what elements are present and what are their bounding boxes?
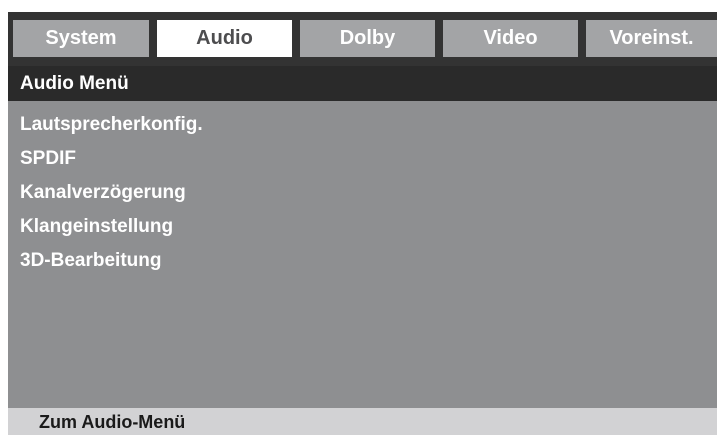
tab-bar: System Audio Dolby Video Voreinst. (8, 12, 717, 66)
tab-voreinst[interactable]: Voreinst. (586, 20, 717, 57)
status-hint: Zum Audio-Menü (39, 412, 186, 432)
menu-item-klangeinstellung[interactable]: Klangeinstellung (8, 214, 717, 248)
tab-audio[interactable]: Audio (157, 20, 292, 57)
tab-system[interactable]: System (13, 20, 149, 57)
tab-dolby[interactable]: Dolby (300, 20, 435, 57)
menu-item-spdif[interactable]: SPDIF (8, 146, 717, 180)
osd-screen: System Audio Dolby Video Voreinst. Audio… (8, 12, 717, 435)
menu-title: Audio Menü (8, 66, 717, 101)
menu-item-3d-bearbeitung[interactable]: 3D-Bearbeitung (8, 248, 717, 282)
status-bar: Zum Audio-Menü (8, 408, 717, 435)
menu-item-kanalverzoegerung[interactable]: Kanalverzögerung (8, 180, 717, 214)
tab-video[interactable]: Video (443, 20, 578, 57)
menu-item-lautsprecherkonfig[interactable]: Lautsprecherkonfig. (8, 112, 717, 146)
audio-menu-list: Lautsprecherkonfig. SPDIF Kanalverzögeru… (8, 112, 717, 282)
